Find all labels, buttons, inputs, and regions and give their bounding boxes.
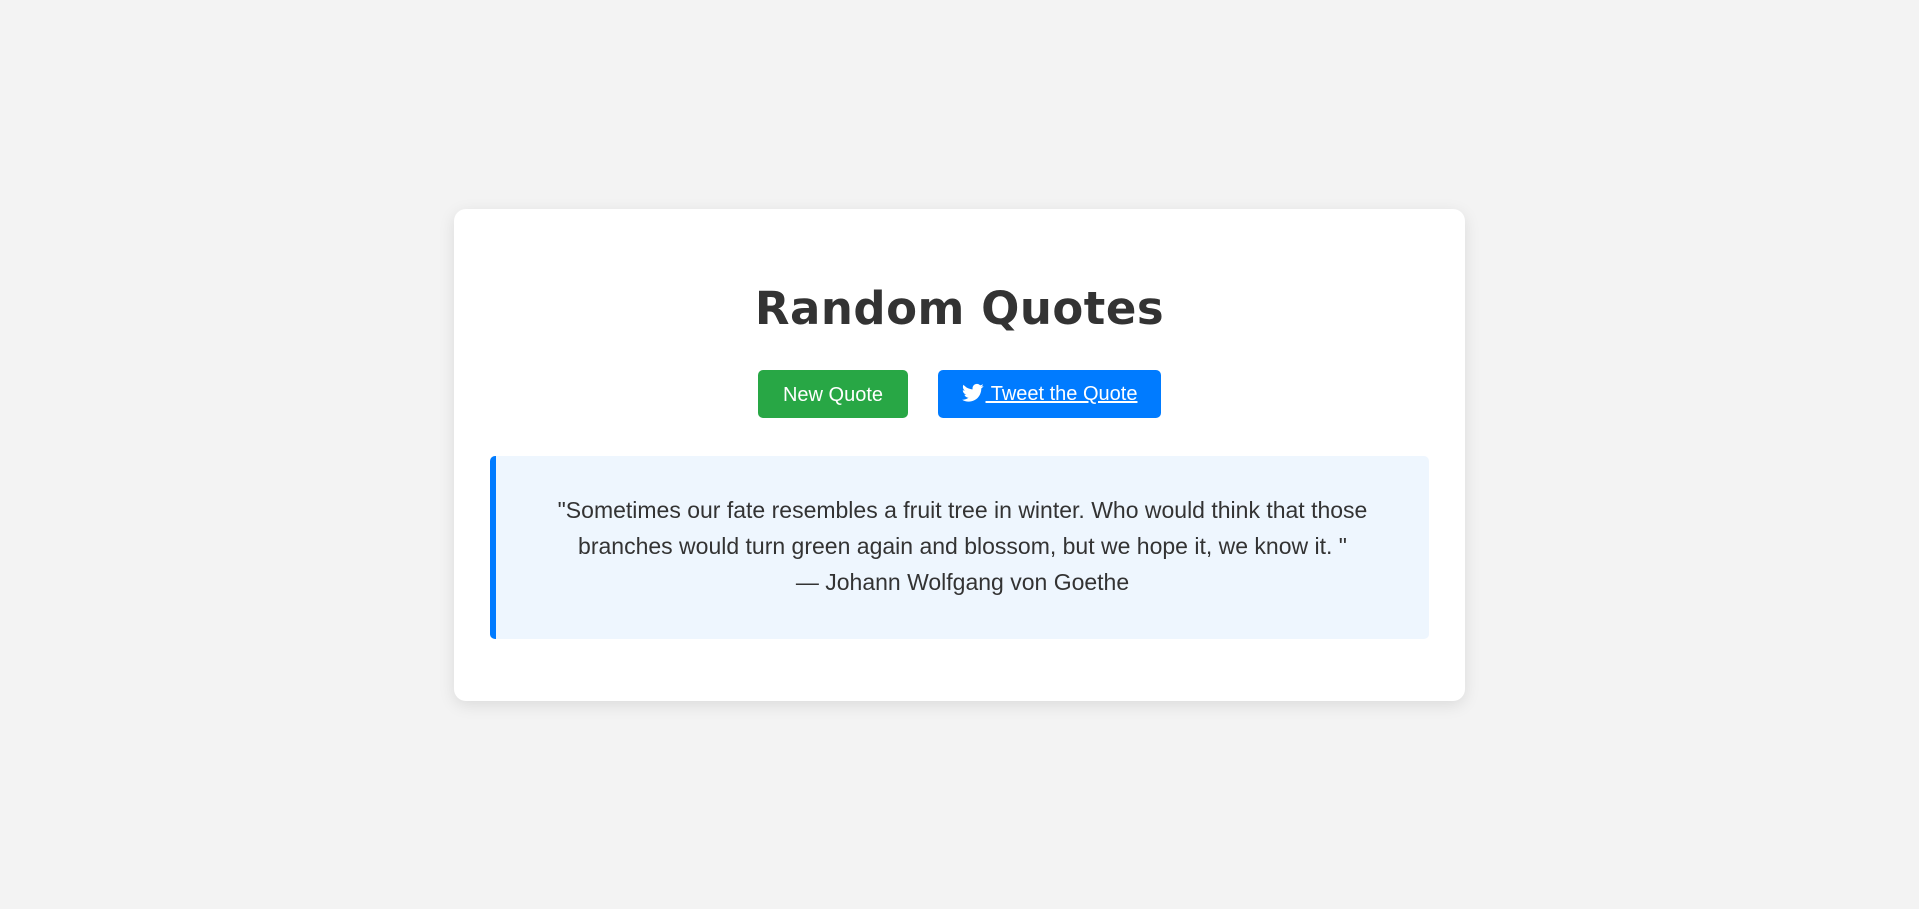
quote-card: Random Quotes New Quote Tweet the Quote … bbox=[454, 209, 1465, 701]
tweet-quote-link[interactable]: Tweet the Quote bbox=[938, 370, 1161, 418]
tweet-quote-label: Tweet the Quote bbox=[985, 383, 1138, 405]
quote-box: "Sometimes our fate resembles a fruit tr… bbox=[490, 456, 1429, 639]
quote-author: — Johann Wolfgang von Goethe bbox=[795, 569, 1130, 595]
button-row: New Quote Tweet the Quote bbox=[454, 370, 1465, 418]
page-title: Random Quotes bbox=[754, 282, 1165, 335]
new-quote-button[interactable]: New Quote bbox=[758, 370, 908, 418]
twitter-icon bbox=[961, 383, 984, 402]
quote-text: "Sometimes our fate resembles a fruit tr… bbox=[557, 497, 1368, 559]
